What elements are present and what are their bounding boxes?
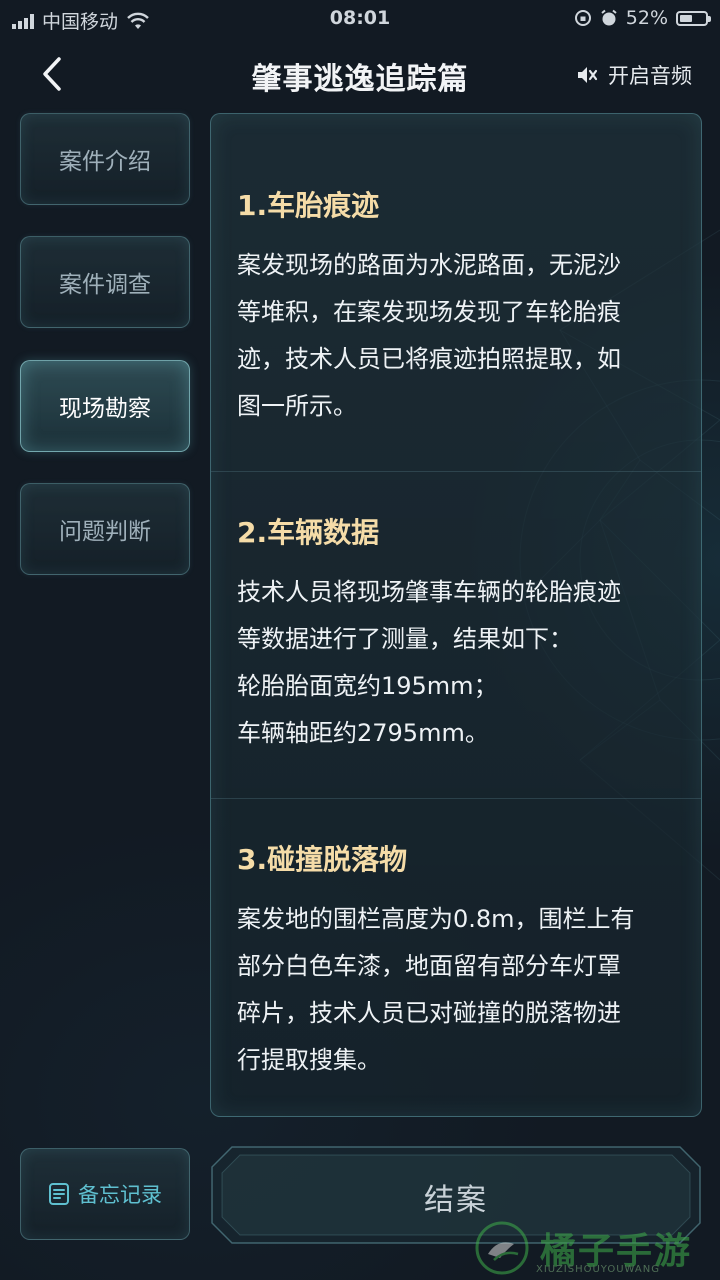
section-line: 案发地的围栏高度为0.8m，围栏上有 [237, 905, 635, 933]
section-line: 碎片，技术人员已对碰撞的脱落物进 [237, 999, 621, 1027]
section-body: 案发现场的路面为水泥路面，无泥沙 等堆积，在案发现场发现了车轮胎痕 迹，技术人员… [237, 242, 677, 430]
section-line: 车辆轴距约2795mm。 [237, 719, 489, 747]
section-divider [211, 798, 701, 799]
sidebar-item-case-intro[interactable]: 案件介绍 [20, 113, 190, 205]
section-line: 技术人员将现场肇事车辆的轮胎痕迹 [237, 578, 621, 606]
memo-button[interactable]: 备忘记录 [20, 1148, 190, 1240]
sidebar-item-case-investigation[interactable]: 案件调查 [20, 236, 190, 328]
section-line: 部分白色车漆，地面留有部分车灯罩 [237, 952, 621, 980]
header: 肇事逃逸追踪篇 开启音频 [0, 40, 720, 110]
sound-toggle-button[interactable]: 开启音频 [576, 60, 692, 90]
status-bar: 中国移动 08:01 52% [0, 0, 720, 38]
sidebar-item-label: 案件介绍 [59, 149, 151, 175]
section-divider [211, 471, 701, 472]
watermark-subtext: XIUZISHOUYOUWANG [536, 1264, 660, 1275]
sidebar-item-problem-judgment[interactable]: 问题判断 [20, 483, 190, 575]
section-collision-debris: 3.碰撞脱落物 案发地的围栏高度为0.8m，围栏上有 部分白色车漆，地面留有部分… [211, 840, 701, 1084]
section-title: 2.车辆数据 [237, 516, 380, 549]
site-watermark: 橘子手游网 XIUZISHOUYOUWANG [470, 1218, 720, 1280]
alarm-icon [601, 9, 617, 26]
watermark-logo-icon [475, 1221, 529, 1275]
speaker-muted-icon [578, 67, 598, 83]
section-body: 案发地的围栏高度为0.8m，围栏上有 部分白色车漆，地面留有部分车灯罩 碎片，技… [237, 896, 677, 1084]
app-screen: 中国移动 08:01 52% 肇事逃逸追踪篇 开启音频 案件介绍 案件调查 现场… [0, 0, 720, 1280]
section-body: 技术人员将现场肇事车辆的轮胎痕迹 等数据进行了测量，结果如下： 轮胎胎面宽约19… [237, 569, 677, 757]
section-line: 轮胎胎面宽约195mm； [237, 672, 498, 700]
battery-fill [680, 14, 692, 22]
close-case-label: 结案 [424, 1183, 488, 1218]
section-title: 3.碰撞脱落物 [237, 843, 408, 876]
battery-icon [676, 10, 711, 26]
section-line: 迹，技术人员已将痕迹拍照提取，如 [237, 345, 621, 373]
content-panel[interactable]: 1.车胎痕迹 案发现场的路面为水泥路面，无泥沙 等堆积，在案发现场发现了车轮胎痕… [210, 113, 702, 1117]
battery-percent: 52% [625, 7, 668, 29]
section-line: 案发现场的路面为水泥路面，无泥沙 [237, 251, 621, 279]
section-line: 等数据进行了测量，结果如下： [237, 625, 573, 653]
status-right: 52% [574, 7, 711, 29]
section-vehicle-data: 2.车辆数据 技术人员将现场肇事车辆的轮胎痕迹 等数据进行了测量，结果如下： 轮… [211, 513, 701, 757]
rotation-lock-icon [574, 10, 591, 26]
sidebar-item-label: 现场勘察 [59, 396, 151, 422]
sidebar-item-label: 案件调查 [59, 272, 151, 298]
memo-label: 备忘记录 [78, 1183, 162, 1207]
section-title: 1.车胎痕迹 [237, 189, 380, 222]
section-line: 等堆积，在案发现场发现了车轮胎痕 [237, 298, 621, 326]
sidebar-item-label: 问题判断 [59, 519, 151, 545]
sound-toggle-label: 开启音频 [608, 64, 692, 88]
notes-icon [49, 1183, 69, 1205]
section-line: 图一所示。 [237, 392, 357, 420]
section-tire-marks: 1.车胎痕迹 案发现场的路面为水泥路面，无泥沙 等堆积，在案发现场发现了车轮胎痕… [211, 186, 701, 430]
sidebar-item-scene-survey[interactable]: 现场勘察 [20, 360, 190, 452]
section-line: 行提取搜集。 [237, 1046, 381, 1074]
